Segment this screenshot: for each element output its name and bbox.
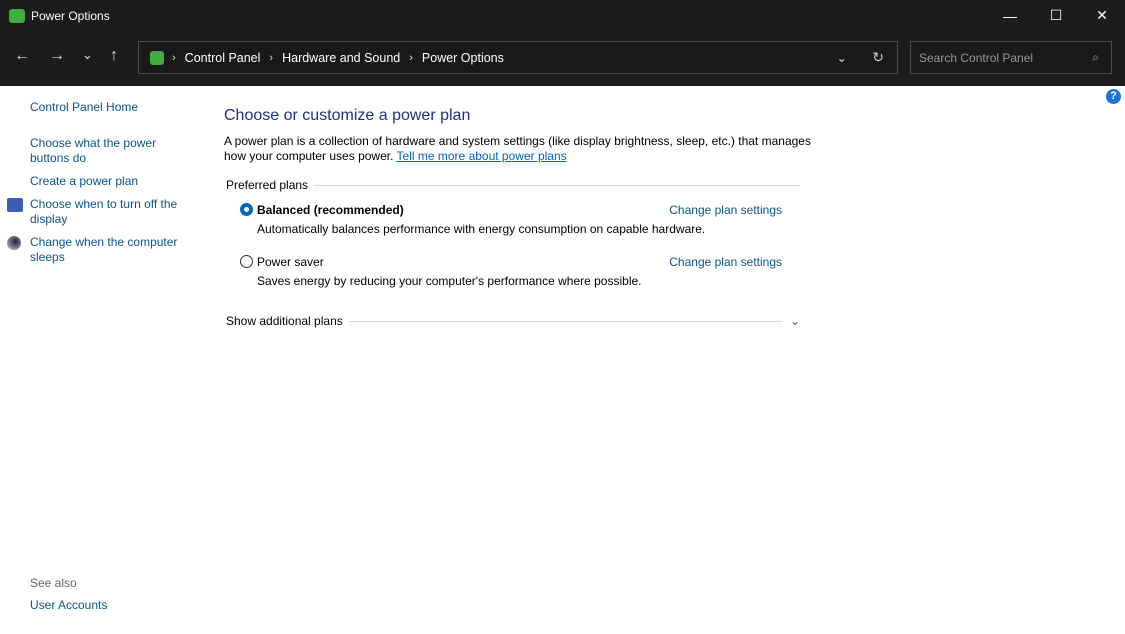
breadcrumb-power-options[interactable]: Power Options	[422, 51, 504, 65]
power-saver-radio[interactable]	[240, 255, 253, 268]
show-additional-plans[interactable]: Show additional plans ⌄	[226, 314, 800, 328]
preferred-plans-label: Preferred plans	[226, 178, 309, 192]
page-description: A power plan is a collection of hardware…	[224, 134, 824, 164]
plan-name: Balanced (recommended)	[257, 203, 404, 217]
learn-more-link[interactable]: Tell me more about power plans	[397, 149, 567, 163]
plan-description: Saves energy by reducing your computer's…	[257, 274, 642, 288]
window-title: Power Options	[31, 8, 110, 23]
search-icon[interactable]: ⌕	[1092, 50, 1099, 65]
forward-arrow-icon[interactable]: →	[49, 47, 65, 65]
refresh-icon[interactable]: ↻	[872, 49, 884, 66]
title-bar: Power Options — ☐ ✕	[0, 0, 1125, 31]
see-also-label: See also	[30, 576, 77, 590]
sleep-moon-icon	[7, 236, 21, 250]
change-plan-settings-link[interactable]: Change plan settings	[669, 203, 782, 217]
display-clock-icon	[7, 198, 23, 212]
navigation-bar: ← → ⌄ ↑ › Control Panel › Hardware and S…	[0, 31, 1125, 86]
plan-power-saver: Power saver Change plan settings Saves e…	[240, 255, 800, 288]
sidebar-power-buttons[interactable]: Choose what the power buttons do	[30, 136, 190, 166]
address-dropdown-icon[interactable]: ⌄	[837, 50, 847, 65]
sidebar-control-panel-home[interactable]: Control Panel Home	[30, 100, 190, 115]
balanced-radio[interactable]	[240, 203, 253, 216]
maximize-button[interactable]: ☐	[1033, 0, 1079, 31]
preferred-plans-header: Preferred plans	[226, 178, 800, 192]
sidebar-computer-sleeps[interactable]: Change when the computer sleeps	[30, 235, 190, 265]
sidebar-user-accounts[interactable]: User Accounts	[30, 598, 190, 613]
back-arrow-icon[interactable]: ←	[14, 47, 30, 65]
control-panel-icon	[150, 50, 164, 65]
sidebar-create-plan[interactable]: Create a power plan	[30, 174, 190, 189]
breadcrumb-hardware-and-sound[interactable]: Hardware and Sound	[282, 51, 400, 65]
plan-balanced: Balanced (recommended) Change plan setti…	[240, 203, 800, 236]
search-placeholder: Search Control Panel	[919, 50, 1034, 65]
page-title: Choose or customize a power plan	[224, 107, 471, 124]
chevron-down-icon[interactable]: ⌄	[790, 314, 800, 328]
address-bar[interactable]: › Control Panel › Hardware and Sound › P…	[138, 41, 898, 74]
search-input[interactable]: Search Control Panel ⌕	[910, 41, 1112, 74]
sidebar-turn-off-display[interactable]: Choose when to turn off the display	[30, 197, 190, 227]
plan-name: Power saver	[257, 255, 324, 269]
power-options-icon	[9, 8, 25, 23]
close-button[interactable]: ✕	[1079, 0, 1125, 31]
help-icon[interactable]: ?	[1106, 89, 1121, 104]
breadcrumb-control-panel[interactable]: Control Panel	[185, 51, 261, 65]
plan-description: Automatically balances performance with …	[257, 222, 706, 236]
recent-locations-chevron-icon[interactable]: ⌄	[82, 47, 93, 63]
up-arrow-icon[interactable]: ↑	[110, 47, 118, 65]
minimize-button[interactable]: —	[987, 0, 1033, 31]
additional-plans-label: Show additional plans	[226, 314, 343, 328]
change-plan-settings-link[interactable]: Change plan settings	[669, 255, 782, 269]
